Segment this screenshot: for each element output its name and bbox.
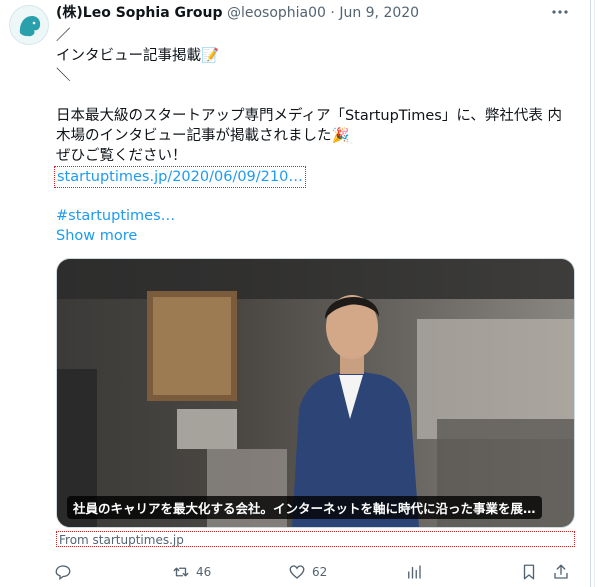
lion-logo-icon — [10, 6, 48, 44]
bookmark-icon — [523, 564, 535, 580]
text-line: 日本最大級のスタートアップ専門メディア「StartupTimes」に、弊社代表 … — [56, 108, 563, 124]
author-handle[interactable]: @leosophia00 — [227, 5, 326, 21]
tweet-date[interactable]: Jun 9, 2020 — [339, 5, 419, 21]
bookmark-button[interactable] — [520, 561, 538, 583]
analytics-icon — [408, 565, 421, 579]
text-line: ぜひご覧ください！ — [56, 148, 187, 164]
meta-separator: · — [330, 5, 335, 21]
text-line: 木場のインタビュー記事が掲載されました🎉 — [56, 128, 350, 144]
office-portrait-photo — [57, 259, 574, 527]
hashtag-line: #startuptimes… — [56, 206, 586, 226]
author-name[interactable]: (株)Leo Sophia Group — [56, 5, 223, 21]
link-line: startuptimes.jp/2020/06/09/210… — [54, 166, 586, 188]
reply-button[interactable] — [54, 561, 72, 583]
tweet-body: ／ インタビュー記事掲載📝 ＼ 日本最大級のスタートアップ専門メディア「Star… — [54, 26, 586, 246]
panel-border-secondary — [594, 0, 595, 587]
text-line: インタビュー記事掲載📝 — [56, 48, 220, 64]
link-card-source[interactable]: From startuptimes.jp — [56, 531, 575, 547]
link-card-image[interactable]: 社員のキャリアを最大化する会社。インターネットを軸に時代に沿った事業を展… — [56, 258, 575, 528]
share-button[interactable] — [552, 561, 570, 583]
text-line: ／ — [56, 28, 71, 44]
text-line: ＼ — [56, 68, 71, 84]
heart-icon — [289, 565, 305, 579]
reply-icon — [55, 565, 71, 581]
panel-border — [590, 0, 591, 587]
more-dots-icon — [552, 10, 568, 14]
tweet-actions: 46 62 — [52, 561, 582, 583]
tweet-header: (株)Leo Sophia Group @leosophia00 · Jun 9… — [56, 4, 419, 22]
more-options-button[interactable] — [550, 2, 574, 22]
show-more-button[interactable]: Show more — [56, 228, 137, 244]
hashtag-link[interactable]: #startuptimes… — [56, 208, 175, 224]
article-link[interactable]: startuptimes.jp/2020/06/09/210… — [54, 166, 306, 188]
views-button[interactable] — [405, 561, 423, 583]
like-count: 62 — [312, 565, 328, 579]
like-button[interactable]: 62 — [288, 561, 327, 583]
retweet-icon — [173, 567, 189, 577]
retweet-count: 46 — [196, 565, 212, 579]
link-card-title: 社員のキャリアを最大化する会社。インターネットを軸に時代に沿った事業を展… — [67, 496, 542, 519]
avatar[interactable] — [9, 5, 49, 45]
retweet-button[interactable]: 46 — [172, 561, 211, 583]
share-icon — [554, 564, 568, 579]
show-more-line: Show more — [56, 226, 586, 246]
